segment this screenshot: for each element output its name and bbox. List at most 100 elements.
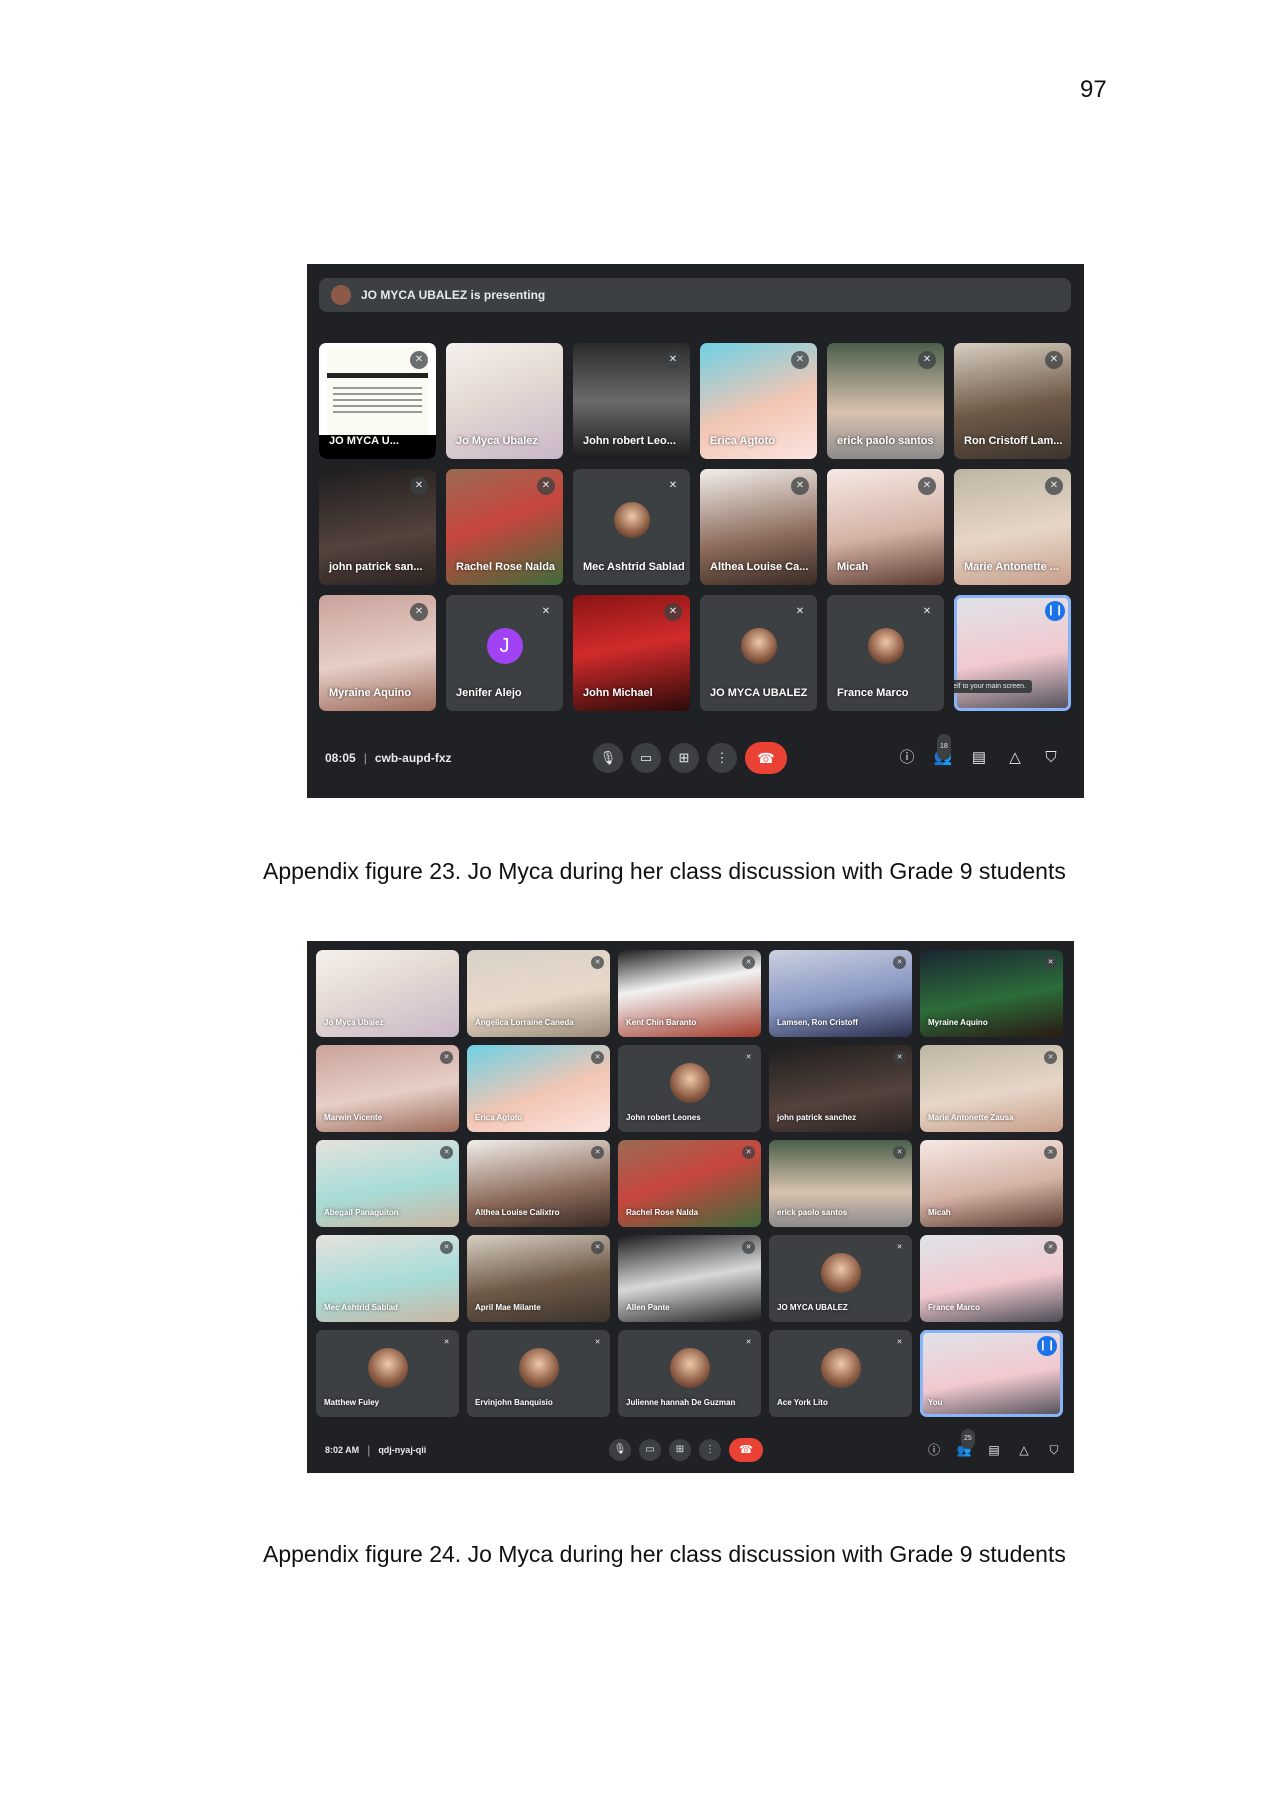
participant-tile[interactable]: ✕ April Mae Milante [467, 1235, 610, 1322]
participant-tile[interactable]: ❙❙ Pin yourself to your main screen. [954, 595, 1071, 711]
participant-tile[interactable]: ✕ John robert Leo... [573, 343, 690, 459]
participant-name: john patrick san... [329, 561, 423, 573]
participant-name: Althea Louise Ca... [710, 561, 809, 573]
pin-tooltip: Pin yourself to your main screen. [954, 680, 1032, 693]
participant-tile[interactable]: ✕ JO MYCA UBALEZ [700, 595, 817, 711]
participant-tile[interactable]: ✕ Marie Antonette Zausa [920, 1045, 1063, 1132]
slide-text-line [333, 405, 422, 407]
participant-tile[interactable]: ✕ Marie Antonette ... [954, 469, 1071, 585]
host-controls-icon[interactable]: ⛉ [1045, 1441, 1063, 1459]
participant-name: JO MYCA UBALEZ [710, 687, 808, 699]
page-number: 97 [1080, 76, 1107, 103]
participant-tile[interactable]: ✕ Althea Louise Ca... [700, 469, 817, 585]
participant-tile[interactable]: ✕ Micah [827, 469, 944, 585]
present-icon[interactable]: ⊞ [669, 1439, 691, 1461]
participant-tile[interactable]: ✕ Matthew Fuley [316, 1330, 459, 1417]
participant-tile[interactable]: ✕ Myraine Aquino [319, 595, 436, 711]
activities-icon[interactable]: △ [1003, 746, 1027, 770]
participant-tile[interactable]: ✕ Ron Cristoff Lam... [954, 343, 1071, 459]
participant-tile[interactable]: ✕ erick paolo santos [769, 1140, 912, 1227]
chat-icon[interactable]: ▤ [967, 746, 991, 770]
participant-tile[interactable]: ✕ john patrick san... [319, 469, 436, 585]
mic-off-icon: ✕ [591, 1336, 604, 1349]
participant-tile[interactable]: ✕ Ace York Lito [769, 1330, 912, 1417]
participant-tile[interactable]: ✕ Allen Pante [618, 1235, 761, 1322]
activities-icon[interactable]: △ [1015, 1441, 1033, 1459]
mic-off-icon: ✕ [440, 1336, 453, 1349]
mic-off-icon: ✕ [440, 1146, 453, 1159]
participant-tile[interactable]: ✕ john patrick sanchez [769, 1045, 912, 1132]
participant-tile[interactable]: ✕ JO MYCA U... [319, 343, 436, 459]
participant-tile[interactable]: ✕ Julienne hannah De Guzman [618, 1330, 761, 1417]
slide-text-line [333, 387, 422, 389]
present-icon[interactable]: ⊞ [669, 743, 699, 773]
participant-tile[interactable]: ✕ Mec Ashtrid Sablad [573, 469, 690, 585]
participant-tile[interactable]: ✕ Erica Agtoto [700, 343, 817, 459]
mic-off-icon: ✕ [742, 1241, 755, 1254]
info-icon[interactable]: ⓘ [895, 746, 919, 770]
mic-off-icon: ✕ [410, 351, 428, 369]
mic-off-icon: ✕ [1044, 1051, 1057, 1064]
end-call-icon[interactable]: ☎ [745, 742, 787, 774]
mic-off-icon: ✕ [1044, 1146, 1057, 1159]
participant-name: France Marco [928, 1303, 981, 1312]
participant-tile[interactable]: ✕ France Marco [920, 1235, 1063, 1322]
participant-name: Lamsen, Ron Cristoff [777, 1018, 858, 1027]
participant-tile[interactable]: ✕ Abegail Panaguiton [316, 1140, 459, 1227]
speaking-indicator-icon: ❙❙ [1045, 601, 1065, 621]
participant-tile[interactable]: Jo Myca Ubalez [316, 950, 459, 1037]
slide-text-line [333, 411, 422, 413]
info-icon[interactable]: ⓘ [925, 1441, 943, 1459]
mic-icon[interactable]: 🎙 [609, 1439, 631, 1461]
participant-tile[interactable]: ✕ JO MYCA UBALEZ [769, 1235, 912, 1322]
profile-avatar [613, 502, 650, 539]
mic-off-icon: ✕ [591, 1051, 604, 1064]
participant-tile[interactable]: ✕ Myraine Aquino [920, 950, 1063, 1037]
meeting-code: cwb-aupd-fxz [374, 751, 452, 765]
people-icon[interactable]: 👥18 [931, 734, 955, 770]
participant-tile[interactable]: ❙❙ You [920, 1330, 1063, 1417]
participant-tile[interactable]: Jo Myca Ubalez [446, 343, 563, 459]
camera-icon[interactable]: ▭ [639, 1439, 661, 1461]
participant-tile[interactable]: ✕ Marwin Vicente [316, 1045, 459, 1132]
participant-tile[interactable]: ✕ Kent Chin Baranto [618, 950, 761, 1037]
mic-off-icon: ✕ [1044, 956, 1057, 969]
participant-tile[interactable]: ✕ erick paolo santos [827, 343, 944, 459]
participant-tile[interactable]: ✕ Lamsen, Ron Cristoff [769, 950, 912, 1037]
profile-avatar [669, 1348, 710, 1389]
participant-count: 25 [961, 1429, 975, 1449]
more-icon[interactable]: ⋮ [699, 1439, 721, 1461]
participant-tile[interactable]: ✕ Rachel Rose Nalda [618, 1140, 761, 1227]
participant-tile[interactable]: ✕ Angelica Lorraine Caneda [467, 950, 610, 1037]
participant-name: Jo Myca Ubalez [456, 435, 538, 447]
participant-name: Mec Ashtrid Sablad [324, 1303, 398, 1312]
participant-name: Mec Ashtrid Sablad [583, 561, 685, 573]
participant-name: Jenifer Alejo [456, 687, 522, 699]
participant-tile[interactable]: ✕ Rachel Rose Nalda [446, 469, 563, 585]
presenting-banner: JO MYCA UBALEZ is presenting [319, 278, 1071, 312]
more-icon[interactable]: ⋮ [707, 743, 737, 773]
presenter-avatar [331, 285, 351, 305]
camera-icon[interactable]: ▭ [631, 743, 661, 773]
side-controls: ⓘ 👥 25 ▤ △ ⛉ [925, 1429, 1063, 1459]
call-controls: 🎙 ▭ ⊞ ⋮ ☎ [609, 1438, 763, 1462]
participant-tile[interactable]: ✕ Ervinjohn Banquisio [467, 1330, 610, 1417]
participant-tile[interactable]: ✕ Mec Ashtrid Sablad [316, 1235, 459, 1322]
people-icon[interactable]: 👥 25 [955, 1429, 975, 1459]
participant-tile[interactable]: ✕ France Marco [827, 595, 944, 711]
mic-off-icon: ✕ [664, 603, 682, 621]
chat-icon[interactable]: ▤ [985, 1441, 1003, 1459]
participant-tile[interactable]: ✕ Micah [920, 1140, 1063, 1227]
mic-icon[interactable]: 🎙 [593, 743, 623, 773]
mic-off-icon: ✕ [893, 1241, 906, 1254]
participant-name: Micah [837, 561, 869, 573]
end-call-icon[interactable]: ☎ [729, 1438, 763, 1462]
participant-tile[interactable]: ✕ Erica Agtoto [467, 1045, 610, 1132]
participant-tile[interactable]: J ✕ Jenifer Alejo [446, 595, 563, 711]
host-controls-icon[interactable]: ⛉ [1039, 746, 1063, 770]
participant-tile[interactable]: ✕ John Michael [573, 595, 690, 711]
participant-name: John robert Leones [626, 1113, 701, 1122]
participant-tile[interactable]: ✕ Althea Louise Calixtro [467, 1140, 610, 1227]
participant-tile[interactable]: ✕ John robert Leones [618, 1045, 761, 1132]
participant-name: Matthew Fuley [324, 1398, 380, 1407]
